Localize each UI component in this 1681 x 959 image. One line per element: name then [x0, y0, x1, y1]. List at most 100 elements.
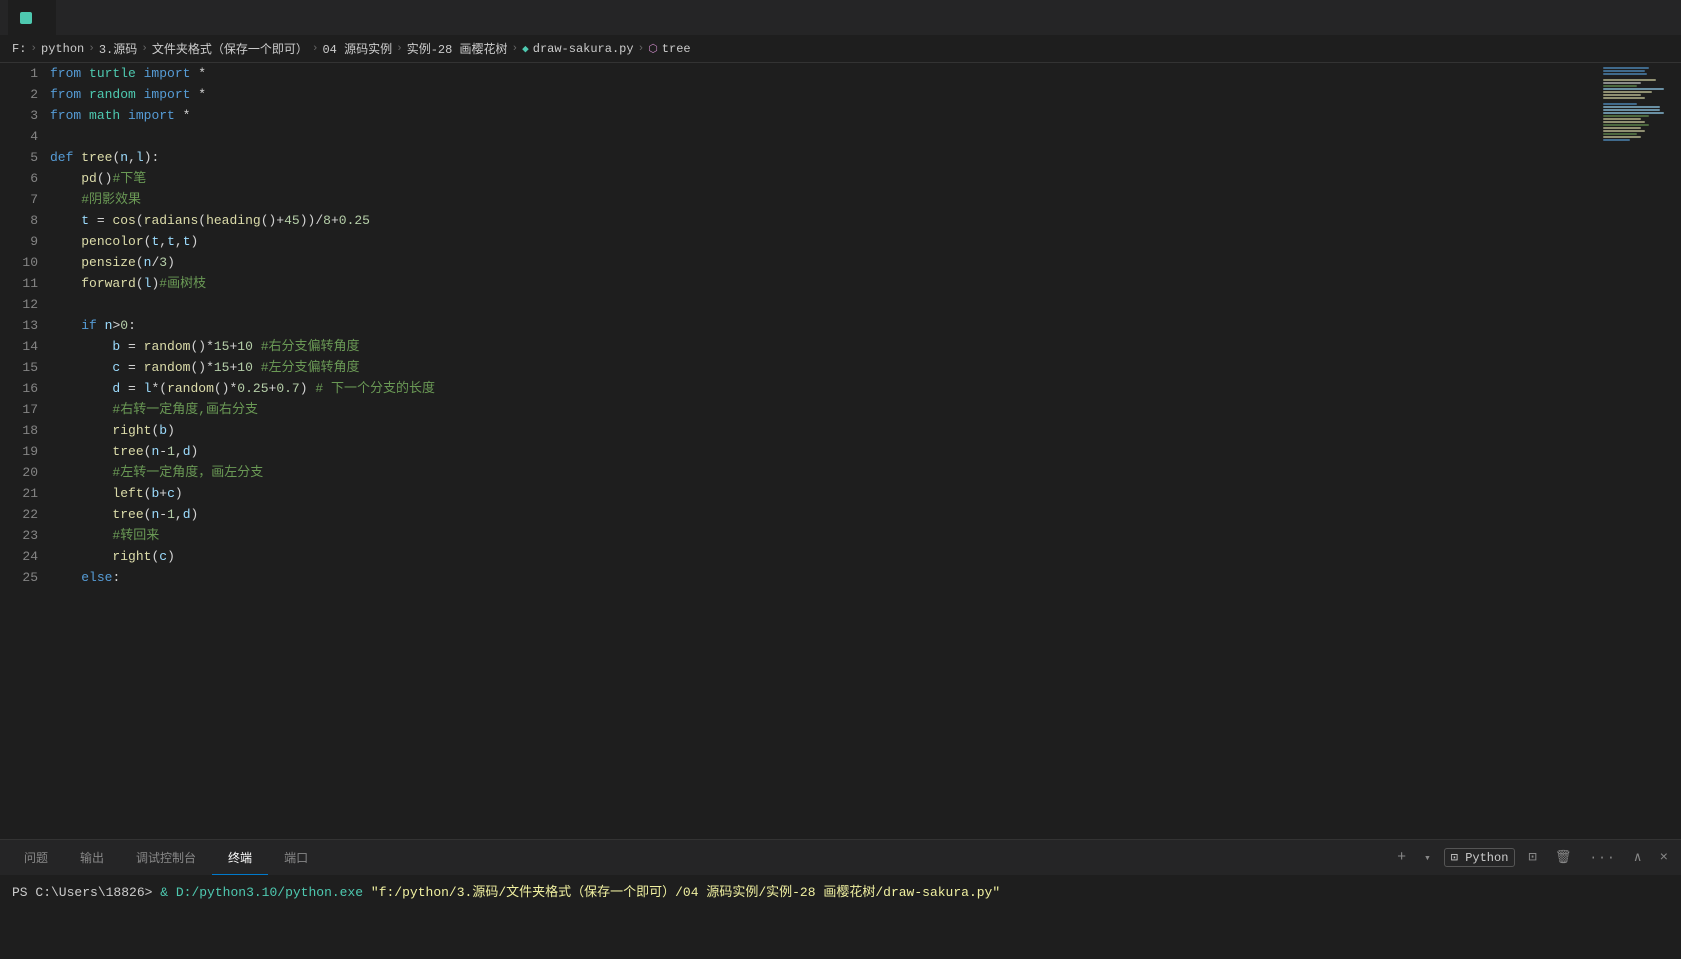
line-number: 21 [0, 486, 50, 501]
panel-expand-button[interactable]: ∧ [1629, 848, 1647, 867]
line-number: 20 [0, 465, 50, 480]
line-content: #右转一定角度,画右分支 [50, 399, 1601, 420]
line-number: 22 [0, 507, 50, 522]
terminal-path: "f:/python/3.源码/文件夹格式（保存一个即可）/04 源码实例/实例… [371, 885, 1000, 900]
line-content: from math import * [50, 105, 1601, 126]
line-content: from random import * [50, 84, 1601, 105]
line-content: def tree(n,l): [50, 147, 1601, 168]
panel-tab-problems[interactable]: 问题 [8, 840, 64, 875]
code-line: 23 #转回来 [0, 525, 1601, 546]
minimap [1601, 63, 1681, 839]
terminal-line: PS C:\Users\18826> & D:/python3.10/pytho… [12, 881, 1669, 900]
line-content: right(b) [50, 420, 1601, 441]
line-number: 8 [0, 213, 50, 228]
line-number: 5 [0, 150, 50, 165]
split-terminal-button[interactable]: ⊡ [1523, 847, 1541, 868]
panel-tab-debug[interactable]: 调试控制台 [120, 840, 212, 875]
code-line: 5def tree(n,l): [0, 147, 1601, 168]
terminal-content[interactable]: PS C:\Users\18826> & D:/python3.10/pytho… [0, 875, 1681, 959]
code-line: 2from random import * [0, 84, 1601, 105]
line-number: 19 [0, 444, 50, 459]
code-line: 6 pd()#下笔 [0, 168, 1601, 189]
run-button[interactable] [1621, 16, 1633, 20]
line-number: 9 [0, 234, 50, 249]
breadcrumb-folder[interactable]: 文件夹格式（保存一个即可） [152, 40, 308, 57]
line-content: pd()#下笔 [50, 168, 1601, 189]
line-number: 17 [0, 402, 50, 417]
line-content: from turtle import * [50, 63, 1601, 84]
terminal-more-button[interactable]: ··· [1584, 848, 1620, 867]
python-label: ⊡ Python [1444, 848, 1516, 867]
line-content: pensize(n/3) [50, 252, 1601, 273]
panel-tab-output[interactable]: 输出 [64, 840, 120, 875]
line-number: 1 [0, 66, 50, 81]
line-number: 6 [0, 171, 50, 186]
line-content: t = cos(radians(heading()+45))/8+0.25 [50, 210, 1601, 231]
line-number: 25 [0, 570, 50, 585]
code-line: 19 tree(n-1,d) [0, 441, 1601, 462]
line-content: tree(n-1,d) [50, 504, 1601, 525]
breadcrumb-python[interactable]: python [41, 42, 84, 56]
code-line: 1from turtle import * [0, 63, 1601, 84]
line-number: 24 [0, 549, 50, 564]
line-content: left(b+c) [50, 483, 1601, 504]
line-number: 7 [0, 192, 50, 207]
code-line: 10 pensize(n/3) [0, 252, 1601, 273]
panel-tab-ports[interactable]: 端口 [268, 840, 324, 875]
code-line: 21 left(b+c) [0, 483, 1601, 504]
title-bar-actions [1621, 16, 1673, 20]
line-content: b = random()*15+10 #右分支偏转角度 [50, 336, 1601, 357]
breadcrumb-04[interactable]: 04 源码实例 [322, 40, 392, 57]
code-line: 9 pencolor(t,t,t) [0, 231, 1601, 252]
split-editor-button[interactable] [1641, 16, 1653, 20]
code-line: 17 #右转一定角度,画右分支 [0, 399, 1601, 420]
more-actions-button[interactable] [1661, 16, 1673, 20]
code-line: 24 right(c) [0, 546, 1601, 567]
python-file-icon [20, 12, 32, 24]
code-line: 12 [0, 294, 1601, 315]
code-line: 3from math import * [0, 105, 1601, 126]
code-line: 14 b = random()*15+10 #右分支偏转角度 [0, 336, 1601, 357]
line-content: #转回来 [50, 525, 1601, 546]
code-lines: 1from turtle import *2from random import… [0, 63, 1601, 839]
line-content: #左转一定角度，画左分支 [50, 462, 1601, 483]
panel-tab-terminal[interactable]: 终端 [212, 840, 268, 875]
kill-terminal-button[interactable]: 🗑 [1550, 848, 1577, 867]
line-content: #阴影效果 [50, 189, 1601, 210]
line-number: 16 [0, 381, 50, 396]
code-line: 18 right(b) [0, 420, 1601, 441]
breadcrumb-f[interactable]: F: [12, 42, 26, 56]
line-content: else: [50, 567, 1601, 588]
code-line: 4 [0, 126, 1601, 147]
panel-close-button[interactable]: × [1655, 848, 1673, 868]
editor-tab[interactable] [8, 0, 56, 35]
code-line: 8 t = cos(radians(heading()+45))/8+0.25 [0, 210, 1601, 231]
breadcrumb-symbol-icon: ⬡ [648, 42, 658, 56]
line-content: tree(n-1,d) [50, 441, 1601, 462]
breadcrumb-filename[interactable]: draw-sakura.py [533, 42, 634, 56]
line-number: 11 [0, 276, 50, 291]
line-number: 3 [0, 108, 50, 123]
breadcrumb-symbol[interactable]: tree [662, 42, 691, 56]
line-number: 15 [0, 360, 50, 375]
line-content [50, 126, 1601, 147]
line-number: 12 [0, 297, 50, 312]
code-line: 25 else: [0, 567, 1601, 588]
panel-tab-actions: + ▾ ⊡ Python ⊡ 🗑 ··· ∧ × [1392, 847, 1673, 868]
editor-container: 1from turtle import *2from random import… [0, 63, 1681, 839]
breadcrumb-source[interactable]: 3.源码 [99, 40, 137, 57]
terminal-prompt: PS C:\Users\18826> [12, 885, 152, 900]
line-number: 23 [0, 528, 50, 543]
line-content: d = l*(random()*0.25+0.7) # 下一个分支的长度 [50, 378, 1601, 399]
breadcrumb-28[interactable]: 实例-28 画樱花树 [407, 40, 508, 57]
line-content: right(c) [50, 546, 1601, 567]
code-line: 13 if n>0: [0, 315, 1601, 336]
terminal-dropdown-button[interactable]: ▾ [1419, 849, 1436, 867]
code-line: 22 tree(n-1,d) [0, 504, 1601, 525]
code-editor[interactable]: 1from turtle import *2from random import… [0, 63, 1601, 839]
line-content: c = random()*15+10 #左分支偏转角度 [50, 357, 1601, 378]
new-terminal-button[interactable]: + [1392, 847, 1411, 868]
line-number: 13 [0, 318, 50, 333]
line-number: 18 [0, 423, 50, 438]
line-content: if n>0: [50, 315, 1601, 336]
